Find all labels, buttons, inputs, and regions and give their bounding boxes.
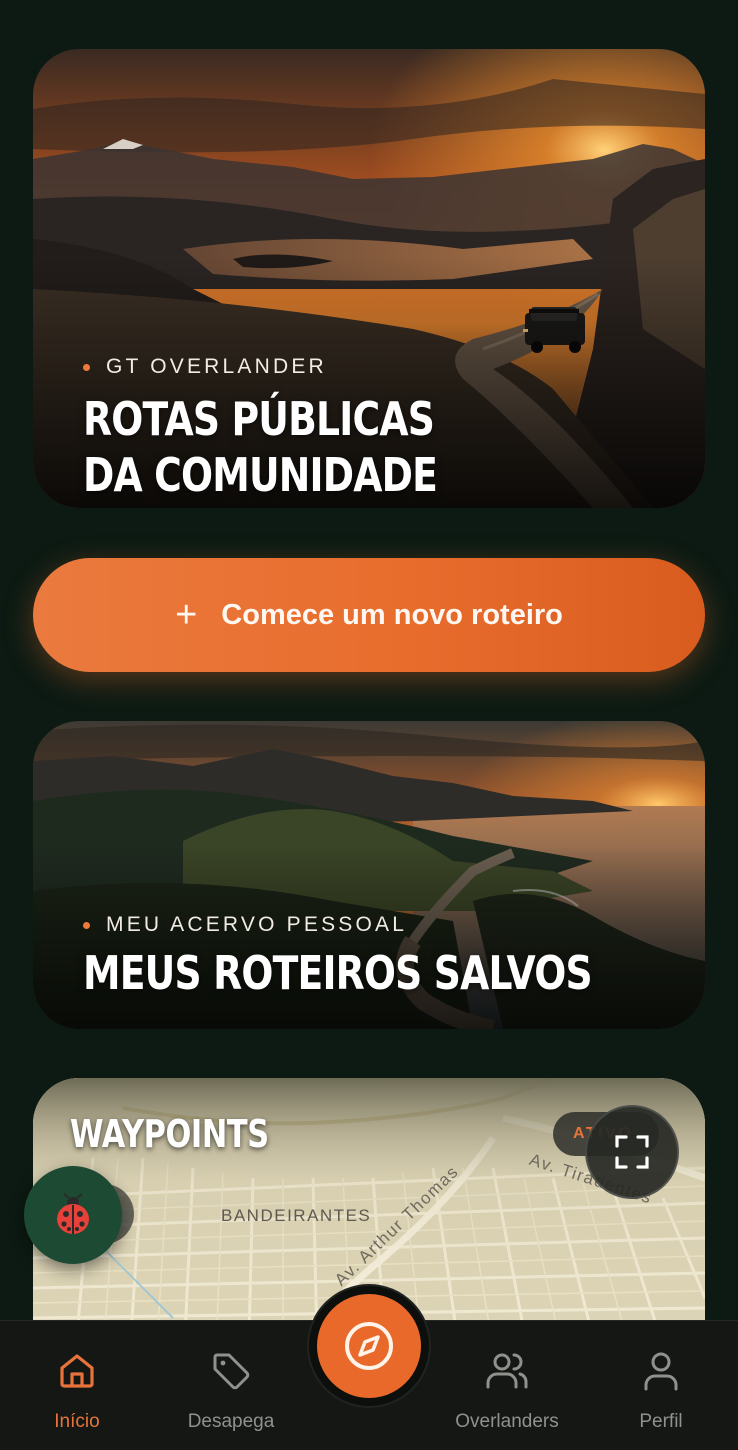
nav-item-inicio[interactable]: Início (37, 1321, 117, 1450)
user-icon (641, 1349, 681, 1393)
plus-icon: + (175, 594, 198, 636)
title-line-1: ROTAS PÚBLICAS (83, 392, 435, 446)
bullet-dot (83, 363, 90, 371)
nav-label: Overlanders (455, 1411, 559, 1432)
new-route-label: Comece um novo roteiro (221, 598, 563, 631)
explore-compass-button[interactable] (309, 1286, 429, 1406)
nav-item-overlanders[interactable]: Overlanders (440, 1321, 574, 1450)
home-icon (56, 1349, 98, 1393)
bullet-dot (83, 921, 90, 929)
nav-label: Perfil (639, 1411, 683, 1432)
nav-label: Desapega (187, 1411, 275, 1432)
public-routes-text: GT OVERLANDER ROTAS PÚBLICAS DA COMUNIDA… (83, 355, 515, 503)
saved-routes-card[interactable]: MEU ACERVO PESSOAL MEUS ROTEIROS SALVOS (33, 721, 705, 1029)
title-line-2: DA COMUNIDADE (83, 448, 438, 502)
district-label: BANDEIRANTES (221, 1206, 372, 1225)
bug-report-button[interactable] (24, 1166, 122, 1264)
fullscreen-icon (615, 1135, 649, 1169)
ladybug-icon (57, 1193, 89, 1234)
waypoints-title: WAYPOINTS (70, 1112, 269, 1156)
saved-routes-title: MEUS ROTEIROS SALVOS (83, 946, 593, 1000)
new-route-button[interactable]: + Comece um novo roteiro (33, 558, 705, 672)
tag-icon (209, 1349, 253, 1393)
eyebrow-label: MEU ACERVO PESSOAL (106, 913, 408, 936)
users-icon (484, 1349, 530, 1393)
public-routes-eyebrow: GT OVERLANDER (83, 355, 515, 379)
nav-label: Início (54, 1411, 100, 1432)
saved-routes-text: MEU ACERVO PESSOAL MEUS ROTEIROS SALVOS (83, 913, 704, 1001)
fullscreen-button[interactable] (585, 1105, 679, 1199)
saved-routes-eyebrow: MEU ACERVO PESSOAL (83, 913, 704, 937)
nav-item-perfil[interactable]: Perfil (624, 1321, 698, 1450)
compass-icon (345, 1322, 393, 1370)
eyebrow-label: GT OVERLANDER (106, 355, 327, 378)
public-routes-title: ROTAS PÚBLICAS DA COMUNIDADE (83, 391, 438, 503)
public-routes-card[interactable]: GT OVERLANDER ROTAS PÚBLICAS DA COMUNIDA… (33, 49, 705, 508)
nav-item-desapega[interactable]: Desapega (176, 1321, 286, 1450)
